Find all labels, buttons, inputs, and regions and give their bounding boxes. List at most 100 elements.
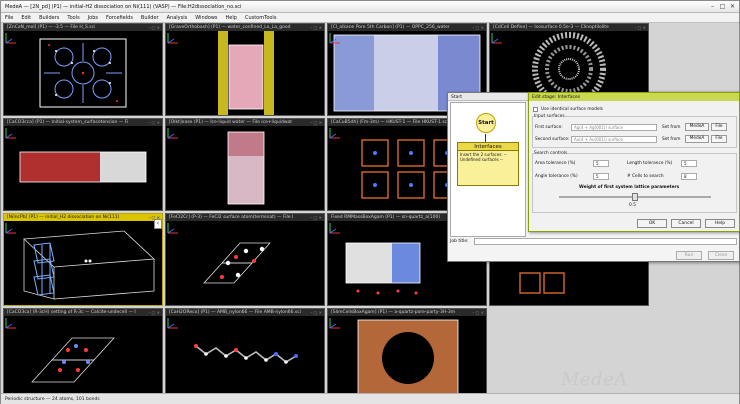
job-title-label: Job title:: [450, 239, 469, 244]
axes-icon: [329, 33, 340, 44]
maximize-icon[interactable]: □: [718, 3, 727, 11]
axes-icon: [329, 128, 340, 139]
edit-stage-dialog: Edit stage: Interfaces Use identical sur…: [528, 92, 740, 232]
axes-icon: [5, 223, 16, 234]
search-controls-label: Search controls: [534, 151, 568, 156]
axes-icon: [5, 33, 16, 44]
ok-button[interactable]: OK: [637, 219, 667, 228]
pane-window-buttons-icon[interactable]: – □ ✕: [148, 120, 160, 125]
pane-title: [CdCell Define] — Isosurface 0.5e-3 — Cl…: [490, 24, 648, 31]
pane-window-buttons-icon[interactable]: – □ ✕: [310, 310, 322, 315]
structure-pane[interactable]: [GraveOrthobash] (P1) — water_confined_L…: [165, 23, 325, 116]
pane-title: [Cl_alkane Pore 5th Carbon] (P1) — OPPC_…: [328, 24, 486, 31]
pane-title: [ZnCaN_mol] (P1) — -3.5 — File H_S.sci: [4, 24, 162, 31]
menu-windows[interactable]: Windows: [191, 13, 221, 21]
title-bar: MedeA — [2N_pd] (P1) — initial-H2 dissoc…: [1, 1, 739, 13]
job-title-input[interactable]: [474, 238, 737, 245]
menu-customtools[interactable]: CustomTools: [241, 13, 280, 21]
input-surfaces-group: [532, 116, 737, 148]
axes-icon: [5, 128, 16, 139]
weight-value: 0.5: [629, 203, 636, 208]
start-node[interactable]: Start: [476, 113, 496, 133]
pane-window-buttons-icon[interactable]: – □ ✕: [472, 25, 484, 30]
pane-title: [NiIncPb] (P1) — initial_H2 dissociation…: [4, 214, 162, 221]
pane-window-buttons-icon[interactable]: – □ ✕: [310, 215, 322, 220]
menu-help[interactable]: Help: [222, 13, 241, 21]
menu-file[interactable]: File: [1, 13, 17, 21]
confined-water-view: [218, 31, 274, 115]
second-surface-label: Second surface:: [535, 137, 570, 142]
structure-pane[interactable]: [CaCO3cca] (P1) — Initial-system_surface…: [3, 118, 163, 211]
menu-edit[interactable]: Edit: [17, 13, 35, 21]
cells-to-search-label: # Cells to search: [627, 174, 664, 179]
slab-view: [19, 151, 147, 183]
weight-slider-thumb[interactable]: [632, 193, 638, 201]
menu-tools[interactable]: Tools: [63, 13, 83, 21]
structure-pane[interactable]: [FeCl2Cr] (P-3) — FeCl2 surface atom(ter…: [165, 213, 325, 306]
pane-title: [Olkt]ease (P1) — Ice-liquid water — Fil…: [166, 119, 324, 126]
first-surface-field[interactable]: Ag(4 + Ag(001)) surface: [571, 124, 657, 131]
axes-icon: [5, 318, 16, 329]
axes-icon: [329, 223, 340, 234]
identical-surface-checkbox[interactable]: [533, 107, 538, 112]
axes-icon: [491, 33, 502, 44]
minimize-icon[interactable]: –: [708, 3, 717, 11]
axes-icon: [167, 33, 178, 44]
menu-builders[interactable]: Builders: [35, 13, 63, 21]
pane-title: [FeCl2Cr] (P-3) — FeCl2 surface atom(ter…: [166, 214, 324, 221]
pane-title: [CaH2OReco] (P1) — AMB_nylon66 — File AM…: [166, 309, 324, 316]
pane-window-buttons-icon[interactable]: – □ ✕: [148, 310, 160, 315]
cells-to-search-input[interactable]: 8: [681, 173, 697, 180]
nylon-chain-view: [194, 344, 298, 364]
pane-window-buttons-icon[interactable]: – □ ✕: [310, 120, 322, 125]
flowchart-canvas[interactable]: Start Interfaces Insert the 2 surfaces: …: [450, 102, 526, 237]
structure-pane[interactable]: [CaH2OReco] (P1) — AMB_nylon66 — File AM…: [165, 308, 325, 401]
file-source-button[interactable]: File: [711, 135, 727, 143]
close-icon[interactable]: ✕: [728, 3, 737, 11]
length-tolerance-label: Length tolerance (%): [627, 161, 673, 166]
menu-analysis[interactable]: Analysis: [163, 13, 192, 21]
calcite-view: [31, 337, 115, 383]
set-from-label: Set from: [662, 125, 681, 130]
axes-icon: [167, 223, 178, 234]
axes-icon: [329, 318, 340, 329]
structure-pane-active[interactable]: [NiIncPb] (P1) — initial_H2 dissociation…: [3, 213, 163, 306]
cancel-button[interactable]: Cancel: [671, 219, 701, 228]
pane-title: [GraveOrthobash] (P1) — water_confined_L…: [166, 24, 324, 31]
medea-source-button[interactable]: MedeA: [685, 135, 709, 143]
menu-builder[interactable]: Builder: [137, 13, 163, 21]
menu-forcefields[interactable]: Forcefields: [102, 13, 137, 21]
collapse-arrow-icon[interactable]: ‹: [154, 219, 162, 229]
run-button[interactable]: Run: [676, 251, 702, 260]
interfaces-stage[interactable]: Interfaces Insert the 2 surfaces: -- Und…: [457, 142, 519, 186]
second-surface-field[interactable]: Au(4 + Au(001)) surface: [571, 136, 657, 143]
medea-source-button[interactable]: MedeA: [685, 123, 709, 131]
pane-window-buttons-icon[interactable]: – □ ✕: [472, 310, 484, 315]
length-tolerance-input[interactable]: 5: [681, 160, 697, 167]
structure-pane[interactable]: [ZnCaN_mol] (P1) — -3.5 — File H_S.sci –…: [3, 23, 163, 116]
pane-title: [CaCO3cca] (P1) — Initial-system_surface…: [4, 119, 162, 126]
quartz-pore-view: [357, 319, 459, 397]
ni-surface-view: [23, 230, 155, 300]
area-tolerance-input[interactable]: 5: [593, 160, 609, 167]
structure-pane[interactable]: [Olkt]ease (P1) — Ice-liquid water — Fil…: [165, 118, 325, 211]
angle-tolerance-input[interactable]: 5: [593, 173, 609, 180]
stage-text: Insert the 2 surfaces: -- Undefined surf…: [460, 152, 507, 162]
first-surface-label: First surface:: [535, 125, 563, 130]
file-source-button[interactable]: File: [711, 123, 727, 131]
dialog-title: Edit stage: Interfaces: [529, 93, 739, 101]
pane-window-buttons-icon[interactable]: – □ ✕: [634, 25, 646, 30]
medea-watermark-logo: MedeA: [561, 369, 628, 390]
pane-window-buttons-icon[interactable]: – □ ✕: [310, 25, 322, 30]
help-button[interactable]: Help: [705, 219, 735, 228]
close-button[interactable]: Close: [708, 251, 734, 260]
structure-pane[interactable]: [CaCO3ca] (R-3cH) setting of R-3c — Calc…: [3, 308, 163, 401]
axes-icon: [167, 318, 178, 329]
pane-title: [SlimCellsBoxAgam] (P1) — a-quartz-pore-…: [328, 309, 486, 316]
menu-jobs[interactable]: Jobs: [84, 13, 102, 21]
input-surfaces-label: Input surfaces: [534, 114, 565, 119]
pane-window-buttons-icon[interactable]: – □ ✕: [148, 25, 160, 30]
set-from-label: Set from: [662, 137, 681, 142]
fecl2-view: [203, 242, 271, 284]
structure-pane[interactable]: [SlimCellsBoxAgam] (P1) — a-quartz-pore-…: [327, 308, 487, 401]
